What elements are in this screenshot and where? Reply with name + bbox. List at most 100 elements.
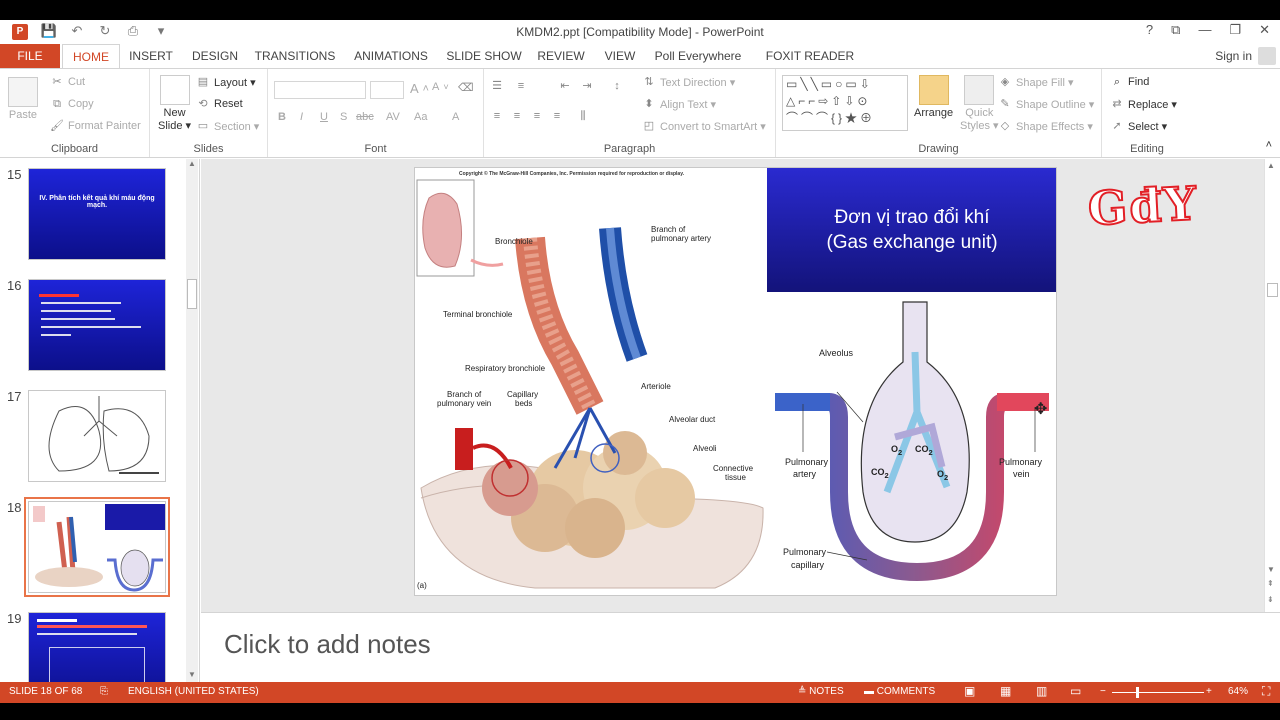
fit-slide-button[interactable]: ⛶ [1262,684,1270,699]
minimize-button[interactable]: — [1198,22,1211,38]
scroll-thumb[interactable] [187,279,197,309]
thumbnail-scrollbar[interactable]: ▲ ▼ [186,159,198,682]
tab-slide-show[interactable]: SLIDE SHOW [444,44,524,68]
character-spacing-button[interactable]: AV [386,111,400,123]
text-direction-button[interactable]: ⇅ Text Direction ▾ [642,75,735,89]
zoom-slider-thumb[interactable] [1136,687,1139,698]
next-slide-icon[interactable]: ⇟ [1267,595,1274,604]
slide-thumbnail-17[interactable] [28,390,166,482]
spell-check-icon[interactable]: ⎘ [100,686,108,697]
underline-button[interactable]: U [320,111,328,123]
paste-button[interactable]: Paste [8,77,38,121]
slide-thumbnail-18[interactable] [24,497,170,597]
decrease-font-size-button[interactable]: A ˅ [432,81,449,93]
bold-button[interactable]: B [278,111,286,123]
arrange-button[interactable]: Arrange [914,75,953,119]
notes-placeholder[interactable]: Click to add notes [224,629,431,660]
slide-title[interactable]: Đơn vị trao đổi khí (Gas exchange unit) [767,168,1056,292]
increase-indent-button[interactable]: ⇥ [580,79,594,93]
tab-animations[interactable]: ANIMATIONS [348,44,434,68]
zoom-out-button[interactable]: − [1100,686,1106,697]
account-icon[interactable] [1258,47,1276,65]
tab-foxit-reader-pdf[interactable]: FOXIT READER PDF [754,44,866,87]
restore-button[interactable]: ❐ [1229,22,1241,38]
shape-effects-button[interactable]: ◇ Shape Effects ▾ [998,119,1093,133]
ribbon-display-options-icon[interactable]: ⧉ [1171,22,1180,38]
slide-thumbnail-15[interactable]: IV. Phân tích kết quả khí máu động mạch. [28,168,166,260]
scroll-thumb[interactable] [1267,283,1278,297]
find-button[interactable]: ⌕ Find [1110,75,1150,89]
reading-view-button[interactable]: ▥ [1036,684,1047,698]
scroll-down-icon[interactable]: ▼ [1267,565,1275,574]
numbering-button[interactable]: ≡ [514,79,528,93]
scroll-up-icon[interactable]: ▲ [186,159,198,171]
tab-insert[interactable]: INSERT [124,44,178,68]
format-painter-button[interactable]: 🖌 Format Painter [50,119,141,133]
columns-button[interactable]: ⫼ [576,109,590,123]
scroll-down-icon[interactable]: ▼ [186,670,198,682]
zoom-in-button[interactable]: + [1206,686,1212,697]
font-size-select[interactable] [370,81,404,99]
copy-button[interactable]: ⧉ Copy [50,97,94,111]
tab-home[interactable]: HOME [62,44,120,69]
slide-scrollbar[interactable]: ▲ ▼ ⇞ ⇟ [1264,159,1280,612]
language-indicator[interactable]: ENGLISH (UNITED STATES) [128,686,259,697]
label-co2-1: CO2 [915,444,933,457]
increase-font-size-button[interactable]: A ˄ [410,81,429,96]
cut-button[interactable]: ✂ Cut [50,75,85,89]
comments-toggle-button[interactable]: ▬ COMMENTS [864,686,935,697]
decrease-indent-button[interactable]: ⇤ [558,79,572,93]
sign-in-link[interactable]: Sign in [1215,49,1252,63]
tab-poll-everywhere[interactable]: Poll Everywhere [652,44,744,68]
italic-button[interactable]: I [300,111,303,123]
align-left-button[interactable]: ≡ [490,109,504,123]
select-button[interactable]: ➚ Select ▾ [1110,119,1167,133]
zoom-level[interactable]: 64% [1228,686,1248,697]
copy-icon: ⧉ [53,98,61,110]
tab-transitions[interactable]: TRANSITIONS [252,44,338,68]
clear-formatting-button[interactable]: ⌫ [458,81,474,95]
quick-styles-button[interactable]: Quick Styles ▾ [960,75,999,133]
layout-button[interactable]: ▤ Layout ▾ [196,75,256,89]
reset-button[interactable]: ⟲ Reset [196,97,242,111]
current-slide[interactable]: Copyright © The McGraw-Hill Companies, I… [414,167,1057,596]
replace-button[interactable]: ⇄ Replace ▾ [1110,97,1177,111]
strikethrough-button[interactable]: abc [356,111,374,123]
help-icon[interactable]: ? [1146,22,1153,38]
section-button[interactable]: ▭ Section ▾ [196,119,259,133]
align-center-button[interactable]: ≡ [510,109,524,123]
normal-view-button[interactable]: ▣ [964,684,975,698]
slide-show-view-button[interactable]: ▭ [1070,684,1081,698]
new-slide-button[interactable]: New Slide ▾ [158,75,191,133]
tab-view[interactable]: VIEW [598,44,642,68]
previous-slide-icon[interactable]: ⇞ [1267,579,1274,588]
tab-design[interactable]: DESIGN [188,44,242,68]
tab-review[interactable]: REVIEW [534,44,588,68]
align-text-button[interactable]: ⬍ Align Text ▾ [642,97,716,111]
collapse-ribbon-icon[interactable]: ˄ [1266,139,1272,151]
align-right-button[interactable]: ≡ [530,109,544,123]
notes-toggle-button[interactable]: ≜ NOTES [798,686,844,697]
bullets-button[interactable]: ☰ [490,79,504,93]
shapes-gallery[interactable]: ▭╲╲▭○▭⇩ △⌐⌐⇨⇧⇩⊙ ⌒⌒⌒{}★⊕ [782,75,908,131]
label-pulmonary-vein-2: vein [1013,469,1030,479]
zoom-slider-track[interactable] [1112,692,1204,693]
tab-file[interactable]: FILE [0,44,60,68]
convert-to-smartart-button[interactable]: ◰ Convert to SmartArt ▾ [642,119,766,133]
notes-pane[interactable]: Click to add notes [201,612,1280,682]
align-right-icon: ≡ [533,110,541,122]
slide-thumbnail-19[interactable] [28,612,166,682]
shape-outline-button[interactable]: ✎ Shape Outline ▾ [998,97,1094,111]
shape-fill-button[interactable]: ◈ Shape Fill ▾ [998,75,1074,89]
font-color-button[interactable]: A [452,111,459,123]
text-shadow-button[interactable]: S [340,111,347,123]
slide-sorter-view-button[interactable]: ▦ [1000,684,1011,698]
slide-thumbnail-16[interactable] [28,279,166,371]
line-spacing-button[interactable]: ↕ [610,79,624,93]
change-case-button[interactable]: Aa [414,111,427,123]
close-button[interactable]: ✕ [1259,22,1270,38]
scissors-icon: ✂ [52,76,62,88]
scroll-up-icon[interactable]: ▲ [1267,161,1275,170]
justify-button[interactable]: ≡ [550,109,564,123]
font-name-select[interactable] [274,81,366,99]
